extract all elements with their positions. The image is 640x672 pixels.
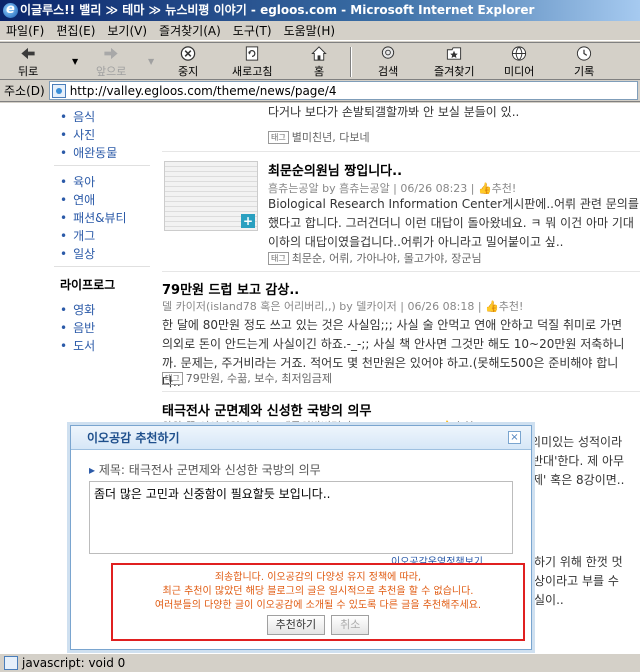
history-button[interactable]: 기록	[574, 45, 594, 79]
address-label: 주소(D)	[4, 84, 45, 98]
post-meta: 흠츄는공알 by 흠츄는공알 | 06/26 08:23 | 👍추천!	[268, 182, 517, 195]
stop-icon	[180, 46, 196, 61]
sidebar-item-dating[interactable]: 연애	[54, 191, 95, 208]
post-thumbnail[interactable]: +	[164, 161, 258, 231]
post-title[interactable]: 최문순의원님 짱입니다..	[268, 160, 402, 179]
post-body-right-fragment: 제' 혹은 8강이면..	[532, 473, 625, 487]
cancel-button[interactable]: 취소	[331, 615, 370, 635]
sidebar-item-humor[interactable]: 개그	[54, 227, 95, 244]
dialog-title: 이오공감 추천하기	[71, 426, 531, 450]
dialog-subject: ▸ 제목: 태극전사 군면제와 신성한 국방의 의무	[89, 463, 321, 477]
post-tags: 태그 최문순, 어뤼, 가아나야, 몰고가야, 장군님	[268, 250, 482, 266]
post-meta: 델 카이저(island78 혹은 어리버리,,) by 델카이저 | 06/2…	[162, 300, 524, 313]
close-icon[interactable]: ×	[508, 431, 521, 444]
menu-view[interactable]: 보기(V)	[107, 22, 147, 39]
forward-dropdown-icon[interactable]: ▼	[148, 57, 154, 66]
menu-edit[interactable]: 편집(E)	[56, 22, 95, 39]
favorites-folder-icon	[447, 47, 462, 60]
tag-icon: 태그	[268, 131, 289, 144]
post-body-right-fragment: 상이라고 부를 수	[534, 574, 619, 588]
post-body-right-fragment: 하기 위해 한껏 멋	[534, 555, 623, 569]
forward-arrow-icon	[104, 47, 118, 60]
window-title-bar: 이글루스!! 밸리 ≫ 테마 ≫ 뉴스비평 이야기 - egloos.com -…	[0, 0, 640, 21]
sidebar-item-music[interactable]: 음반	[54, 319, 95, 336]
sidebar-item-daily[interactable]: 일상	[54, 245, 95, 262]
menu-bar: 파일(F) 편집(E) 보기(V) 즐겨찾기(A) 도구(T) 도움말(H)	[0, 21, 640, 41]
sidebar-item-fashion-beauty[interactable]: 패션&뷰티	[54, 209, 127, 226]
sidebar-item-movie[interactable]: 영화	[54, 301, 95, 318]
refresh-button[interactable]: 새로고침	[232, 45, 272, 79]
subject-bullet-icon: ▸	[89, 463, 99, 477]
warning-message: 죄송합니다. 이오공감의 다양성 유지 정책에 따라, 최근 추천이 많았던 해…	[154, 572, 482, 611]
sidebar-item-books[interactable]: 도서	[54, 337, 95, 354]
address-box[interactable]	[48, 81, 638, 100]
search-button[interactable]: 검색	[378, 45, 398, 79]
menu-favorites[interactable]: 즐겨찾기(A)	[159, 22, 221, 39]
search-icon	[381, 46, 395, 59]
status-text: javascript: void 0	[22, 656, 126, 670]
sidebar-divider	[54, 266, 150, 267]
sidebar-item-photo[interactable]: 사진	[54, 126, 95, 143]
post-tags: 태그 별미친년, 다보네	[268, 129, 370, 145]
post-body-right-fragment: 의미있는 성적이라	[530, 435, 623, 449]
post-divider	[162, 151, 640, 152]
window-title: 이글루스!! 밸리 ≫ 테마 ≫ 뉴스비평 이야기 - egloos.com -…	[20, 3, 535, 17]
home-button[interactable]: 홈	[310, 45, 328, 79]
address-bar: 주소(D)	[0, 80, 640, 102]
comment-textarea[interactable]	[89, 481, 513, 554]
page-icon	[51, 83, 66, 98]
post-divider	[162, 271, 640, 272]
toolbar: 뒤로 ▼ 앞으로 ▼ 중지 새로고침 홈 검색 즐겨찾기 미디어 기록	[0, 42, 640, 80]
post-body: Biological Research Information Center게시…	[268, 197, 639, 249]
post-title[interactable]: 태극전사 군면제와 신성한 국방의 의무	[162, 400, 371, 419]
stop-button[interactable]: 중지	[178, 45, 198, 79]
history-clock-icon	[577, 46, 592, 61]
sidebar-item-parenting[interactable]: 육아	[54, 173, 95, 190]
menu-help[interactable]: 도움말(H)	[284, 22, 336, 39]
post-title[interactable]: 79만원 드럽 보고 감상..	[162, 279, 299, 298]
post-body-right-fragment: 반대'한다. 제 아무	[532, 454, 625, 468]
refresh-icon	[246, 46, 259, 61]
menu-tools[interactable]: 도구(T)	[233, 22, 272, 39]
post-tags: 태그 79만원, 수끎, 보수, 최저임금제	[162, 370, 332, 386]
ie-logo-icon	[3, 0, 18, 20]
sidebar-section-lifelog: 라이프로그	[60, 278, 116, 292]
media-globe-icon	[512, 46, 527, 61]
forward-button[interactable]: 앞으로	[96, 45, 126, 79]
page-status-icon	[4, 656, 18, 670]
media-button[interactable]: 미디어	[504, 45, 534, 79]
sidebar-item-food[interactable]: 음식	[54, 108, 95, 125]
back-arrow-icon	[21, 47, 35, 60]
sidebar-divider	[54, 165, 150, 166]
recommend-button[interactable]: 추천하기	[266, 615, 326, 635]
tag-icon: 태그	[162, 372, 183, 385]
post-body-right-fragment: 실이..	[534, 593, 564, 607]
address-input[interactable]	[69, 83, 637, 98]
sidebar-item-pets[interactable]: 애완동물	[54, 144, 117, 161]
expand-plus-icon[interactable]: +	[241, 214, 255, 228]
post-body: 다거나 보다가 손발퇴갤할까봐 안 보실 분들이 있..	[268, 105, 520, 119]
status-bar: javascript: void 0	[0, 653, 640, 672]
favorites-button[interactable]: 즐겨찾기	[434, 45, 474, 79]
toolbar-separator	[350, 47, 352, 77]
recommend-dialog: 이오공감 추천하기 × ▸ 제목: 태극전사 군면제와 신성한 국방의 의무 이…	[70, 425, 532, 650]
dialog-buttons: 추천하기 취소	[113, 615, 523, 635]
back-button[interactable]: 뒤로	[18, 45, 38, 79]
tag-icon: 태그	[268, 252, 289, 265]
home-icon	[311, 46, 327, 61]
post-divider	[162, 391, 640, 392]
warning-box: 죄송합니다. 이오공감의 다양성 유지 정책에 따라, 최근 추천이 많았던 해…	[111, 563, 525, 641]
back-dropdown-icon[interactable]: ▼	[72, 57, 78, 66]
menu-file[interactable]: 파일(F)	[6, 22, 44, 39]
